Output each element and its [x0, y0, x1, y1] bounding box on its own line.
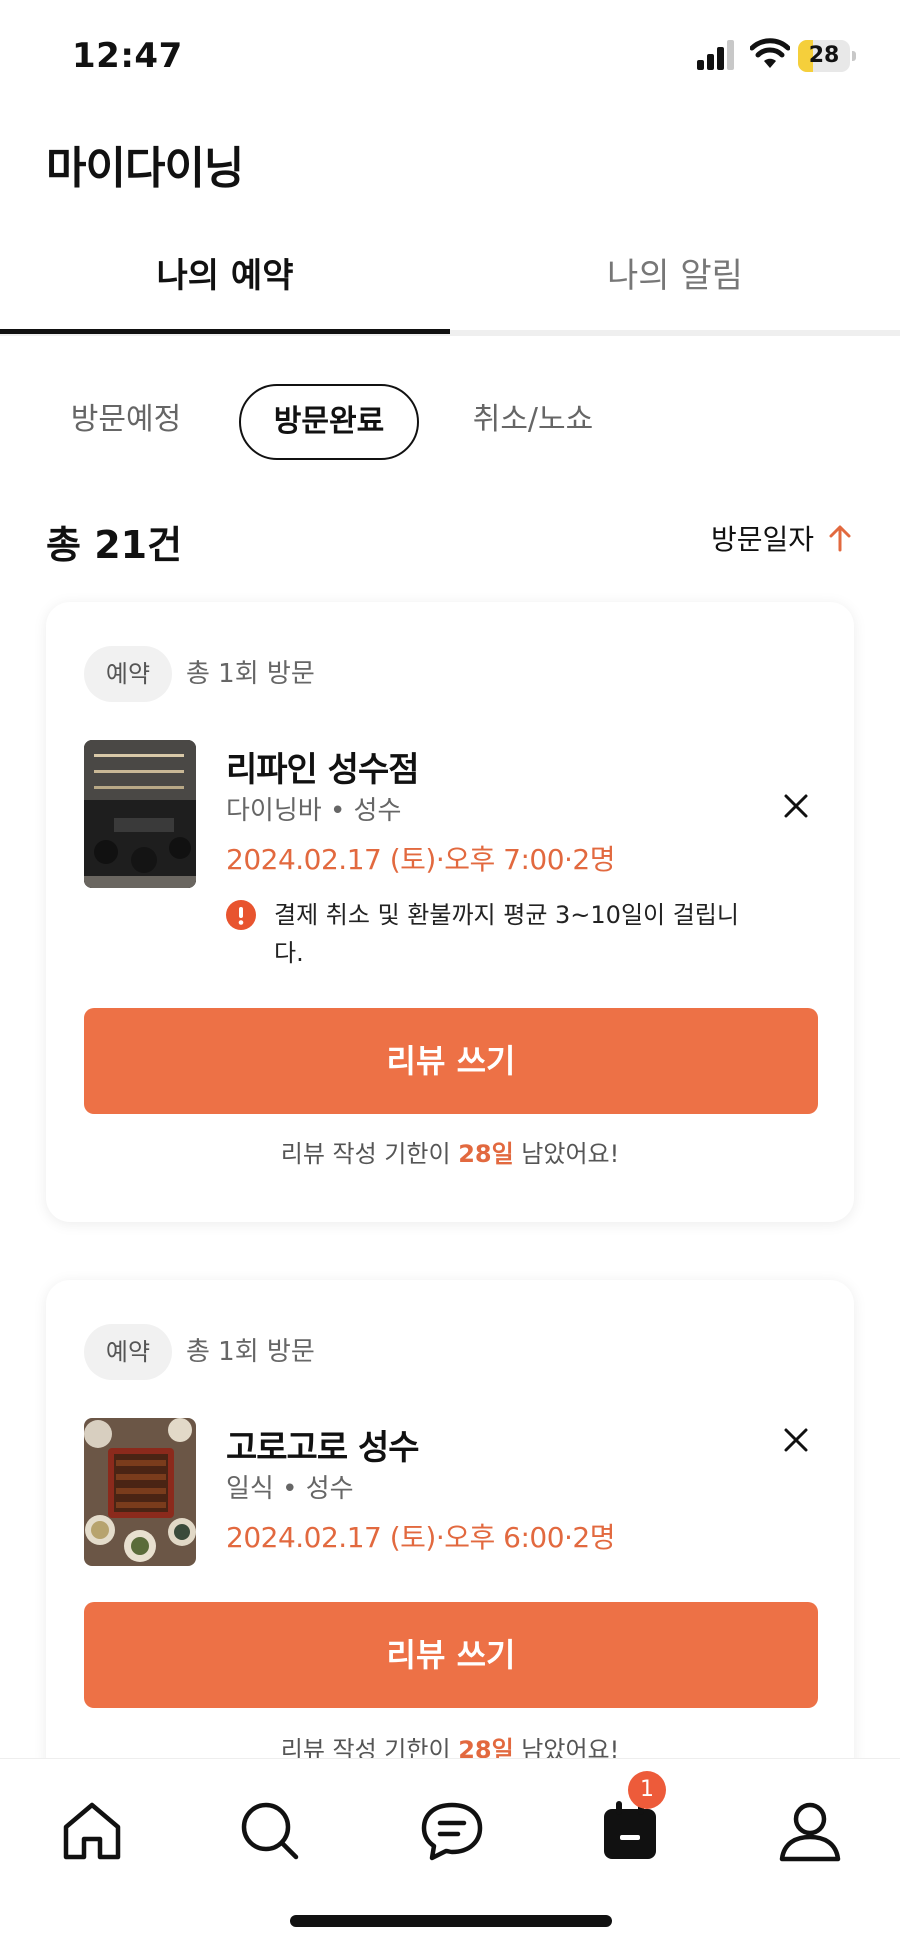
sort-button[interactable]: 방문일자: [711, 518, 852, 558]
main-tabs: 나의 예약 나의 알림: [0, 230, 900, 336]
total-count: 총 21건: [46, 523, 183, 567]
reservation-datetime: 2024.02.17 (토)·오후 7:00·2명: [226, 843, 616, 876]
restaurant-meta: 다이닝바 • 성수: [226, 796, 402, 826]
review-deadline: 리뷰 작성 기한이 28일 남았어요!: [46, 1134, 854, 1169]
home-icon[interactable]: [56, 1795, 128, 1867]
tab-my-notifications[interactable]: 나의 알림: [450, 230, 900, 326]
battery-level: 28: [808, 43, 840, 68]
tab-my-reservations[interactable]: 나의 예약: [0, 230, 450, 326]
search-icon[interactable]: [234, 1795, 306, 1867]
deadline-prefix: 리뷰 작성 기한이: [280, 1140, 459, 1168]
close-icon[interactable]: [778, 788, 814, 824]
reservation-datetime: 2024.02.17 (토)·오후 6:00·2명: [226, 1521, 616, 1554]
refund-notice: 결제 취소 및 환불까지 평균 3~10일이 걸립니다.: [226, 896, 746, 976]
battery-icon: 28: [798, 40, 856, 72]
info-icon: [226, 900, 256, 930]
chat-icon[interactable]: [416, 1795, 488, 1867]
refund-notice-text: 결제 취소 및 환불까지 평균 3~10일이 걸립니다.: [274, 901, 739, 967]
status-time: 12:47: [72, 36, 183, 76]
home-indicator: [290, 1915, 612, 1927]
deadline-suffix: 남았어요!: [513, 1140, 620, 1168]
wifi-icon: [750, 38, 790, 68]
restaurant-photo[interactable]: [84, 740, 196, 888]
close-icon[interactable]: [778, 1422, 814, 1458]
restaurant-name[interactable]: 리파인 성수점: [226, 742, 420, 791]
filter-cancelled[interactable]: 취소/노쇼: [458, 384, 608, 456]
signal-icon: [697, 40, 734, 70]
restaurant-name[interactable]: 고로고로 성수: [226, 1420, 420, 1469]
restaurant-meta: 일식 • 성수: [226, 1474, 354, 1504]
tab-active-indicator: [0, 329, 450, 334]
write-review-button[interactable]: 리뷰 쓰기: [84, 1008, 818, 1114]
restaurant-photo[interactable]: [84, 1418, 196, 1566]
reservation-badge: 예약: [84, 1324, 172, 1380]
deadline-days: 28일: [458, 1140, 514, 1168]
sort-label: 방문일자: [710, 523, 814, 556]
visit-count: 총 1회 방문: [186, 659, 315, 689]
filter-upcoming[interactable]: 방문예정: [62, 384, 190, 456]
reservation-badge: 예약: [84, 646, 172, 702]
filter-completed[interactable]: 방문완료: [239, 384, 419, 460]
visit-count: 총 1회 방문: [186, 1337, 315, 1367]
write-review-button[interactable]: 리뷰 쓰기: [84, 1602, 818, 1708]
arrow-up-icon: [829, 525, 851, 552]
reservation-card: 예약 총 1회 방문 고로고로 성수 일식 • 성수 2024.02.17 (토…: [46, 1280, 854, 1780]
status-bar: 12:47 28: [0, 0, 900, 110]
reservation-card: 예약 총 1회 방문 리파인 성수점 다이닝바 • 성수 2024.02.17 …: [46, 602, 854, 1222]
page-title: 마이다이닝: [46, 143, 244, 194]
notification-badge: 1: [628, 1771, 666, 1809]
profile-icon[interactable]: [774, 1795, 846, 1867]
